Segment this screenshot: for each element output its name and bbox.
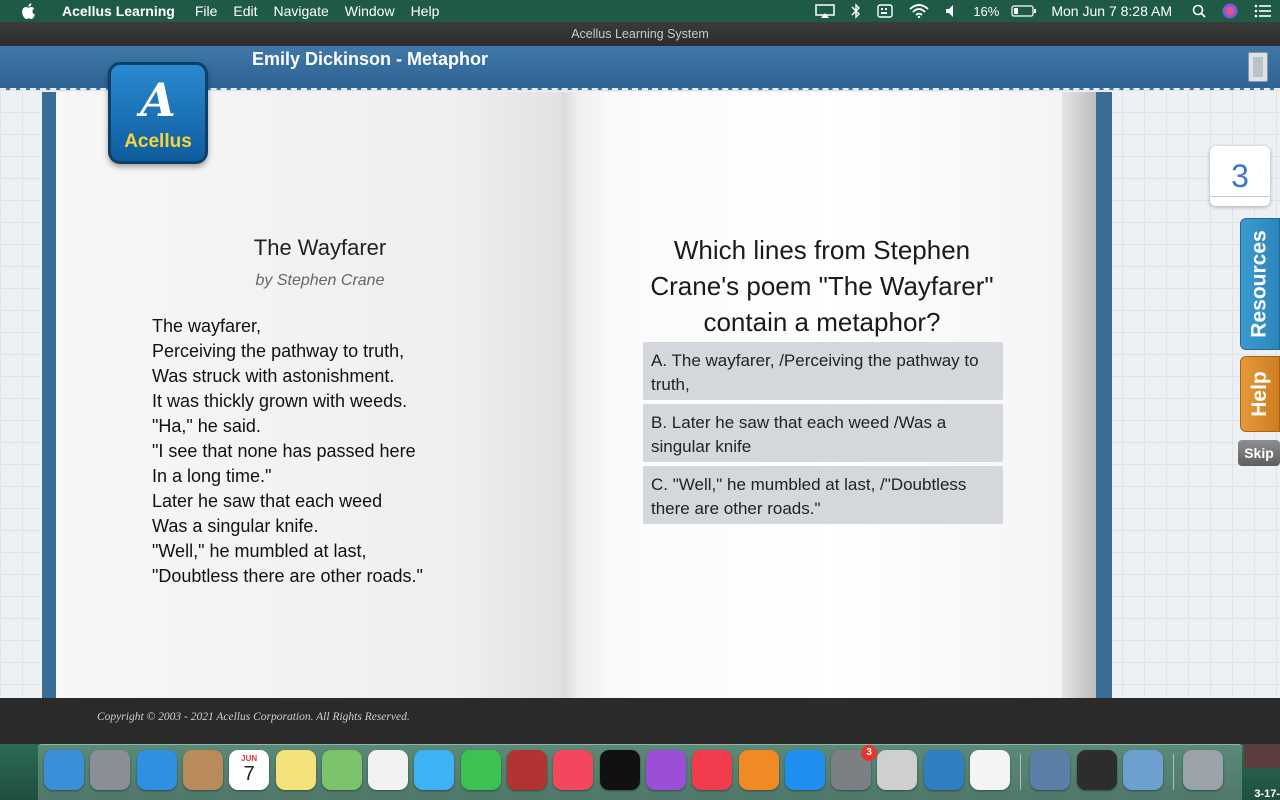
battery-percent: 16% xyxy=(973,3,1000,19)
poem-body: The wayfarer, Perceiving the pathway to … xyxy=(152,314,423,589)
window-menu[interactable]: Window xyxy=(337,0,403,22)
poem-line: "I see that none has passed here xyxy=(152,441,416,461)
calendar-month: JUN xyxy=(241,754,258,763)
navigate-menu[interactable]: Navigate xyxy=(266,0,337,22)
siri-icon[interactable] xyxy=(1222,3,1238,19)
skip-button[interactable]: Skip xyxy=(1238,440,1280,466)
bluetooth-icon[interactable] xyxy=(851,3,861,19)
chrome-icon[interactable] xyxy=(970,750,1010,790)
desktop-thumbnail-label: 3-17- xyxy=(1254,788,1280,800)
apple-tv-icon[interactable] xyxy=(599,750,640,790)
exit-door-button[interactable] xyxy=(1248,52,1268,82)
calendar-day: 7 xyxy=(243,763,255,785)
launchpad-icon[interactable] xyxy=(90,750,131,790)
mail-icon[interactable] xyxy=(1122,750,1163,790)
poem-title: The Wayfarer xyxy=(253,235,387,260)
music-icon[interactable] xyxy=(553,750,594,790)
poem-line: "Doubtless there are other roads." xyxy=(152,566,423,586)
photo-booth-icon[interactable] xyxy=(507,750,547,790)
poem-line: "Ha," he said. xyxy=(152,416,261,436)
apple-icon[interactable] xyxy=(20,0,36,22)
menu-bar: Acellus Learning File Edit Navigate Wind… xyxy=(0,0,1280,22)
question-counter: 3 xyxy=(1210,146,1270,206)
poem-line: Perceiving the pathway to truth, xyxy=(152,341,405,361)
logo-text: Acellus xyxy=(124,131,192,152)
preview-icon[interactable] xyxy=(1030,750,1071,790)
desktop-thumbnail[interactable] xyxy=(1244,744,1280,768)
dock-separator xyxy=(1173,754,1175,790)
poem-line: The wayfarer, xyxy=(152,316,262,336)
facetime-icon[interactable] xyxy=(460,750,501,790)
finder-icon[interactable] xyxy=(44,750,84,790)
footer: Copyright © 2003 - 2021 Acellus Corporat… xyxy=(0,698,1280,744)
maps-icon[interactable] xyxy=(321,750,362,790)
file-menu[interactable]: File xyxy=(187,0,226,22)
answer-choice-b[interactable]: B. Later he saw that each weed /Was a si… xyxy=(643,404,1003,462)
volume-icon[interactable] xyxy=(945,4,957,18)
copyright-text: Copyright © 2003 - 2021 Acellus Corporat… xyxy=(97,711,410,723)
poem-line: It was thickly grown with weeds. xyxy=(152,391,408,411)
airplay-icon[interactable] xyxy=(815,4,836,18)
notification-center-icon[interactable] xyxy=(1254,4,1272,18)
poem-line: Later he saw that each weed xyxy=(152,491,383,511)
notes-icon[interactable] xyxy=(275,750,316,790)
poem-line: Was a singular knife. xyxy=(152,516,319,536)
notification-badge: 3 xyxy=(861,745,878,761)
system-preferences-icon[interactable]: 3 xyxy=(831,745,878,790)
poem-line: "Well," he mumbled at last, xyxy=(152,541,367,561)
poem-author: by Stephen Crane xyxy=(255,272,385,289)
question-text: Which lines from Stephen Crane's poem "T… xyxy=(650,235,994,337)
safari-icon[interactable] xyxy=(136,750,177,790)
dock-separator xyxy=(1020,754,1022,790)
app-menu[interactable]: Acellus Learning xyxy=(54,0,187,22)
spotlight-search-icon[interactable] xyxy=(1192,4,1206,18)
podcasts-icon[interactable] xyxy=(645,750,686,790)
acellus-a-icon: A xyxy=(140,73,176,127)
answer-choice-c[interactable]: C. "Well," he mumbled at last, /"Doubtle… xyxy=(643,466,1003,524)
resources-tab-label: Resources xyxy=(1248,230,1272,338)
contacts-icon[interactable] xyxy=(182,750,223,790)
quicktime-icon[interactable] xyxy=(1076,750,1117,790)
books-icon[interactable] xyxy=(738,750,779,790)
messages-icon[interactable] xyxy=(414,750,455,790)
trash-icon[interactable] xyxy=(1183,750,1224,790)
news-icon[interactable] xyxy=(692,750,733,790)
clock[interactable]: Mon Jun 7 8:28 AM xyxy=(1051,3,1172,19)
page-edge xyxy=(1062,92,1096,698)
book-spine xyxy=(562,92,604,698)
dock: JUN 7 3 3-17- xyxy=(0,744,1280,800)
wifi-icon[interactable] xyxy=(909,4,929,18)
keyboard-icon[interactable] xyxy=(877,4,894,18)
window-title-bar: Acellus Learning System xyxy=(0,22,1280,46)
resources-tab[interactable]: Resources xyxy=(1240,218,1280,350)
poem-line: In a long time." xyxy=(152,466,272,486)
answer-choice-a[interactable]: A. The wayfarer, /Perceiving the pathway… xyxy=(643,342,1003,400)
acellus-icon[interactable] xyxy=(923,750,964,790)
help-tab-label: Help xyxy=(1248,371,1272,417)
window-title: Acellus Learning System xyxy=(571,27,709,41)
lesson-title: Emily Dickinson - Metaphor xyxy=(252,49,489,69)
help-menu[interactable]: Help xyxy=(403,0,448,22)
calendar-icon[interactable]: JUN 7 xyxy=(229,750,270,790)
roblox-icon[interactable] xyxy=(877,750,918,790)
photos-icon[interactable] xyxy=(368,750,409,790)
acellus-logo: A Acellus xyxy=(108,62,208,164)
battery-icon[interactable] xyxy=(1011,5,1037,17)
app-store-icon[interactable] xyxy=(784,750,825,790)
poem-line: Was struck with astonishment. xyxy=(152,366,395,386)
help-tab[interactable]: Help xyxy=(1240,356,1280,432)
edit-menu[interactable]: Edit xyxy=(225,0,265,22)
